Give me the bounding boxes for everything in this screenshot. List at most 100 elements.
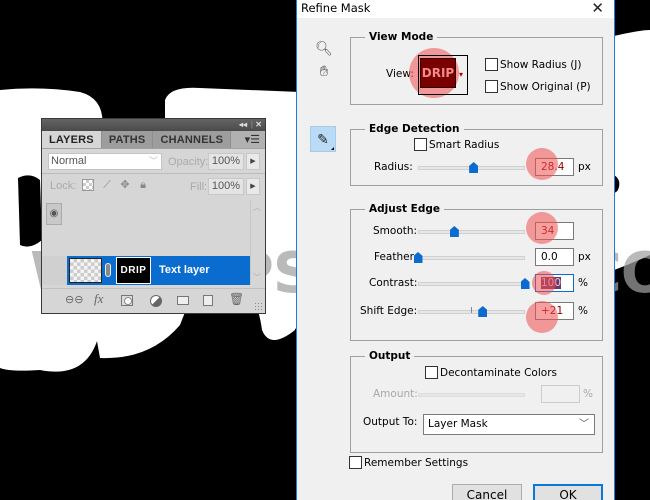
output-legend: Output [369,350,411,362]
remember-settings-label[interactable]: Remember Settings [364,457,468,469]
edge-detection-group: Edge Detection [350,123,603,186]
smooth-slider-track[interactable] [418,230,525,234]
amount-input [541,385,580,403]
show-original-label[interactable]: Show Original (P) [500,81,591,93]
shift-edge-input[interactable]: +21 [535,302,574,320]
view-mode-thumbnail[interactable]: DRIP [420,58,456,88]
remember-settings-checkbox[interactable] [349,456,362,469]
resize-grip[interactable] [254,302,262,310]
amount-label: Amount: [373,388,418,400]
refine-radius-brush-icon[interactable]: ✎ [310,126,336,152]
tab-layers[interactable]: LAYERS [42,131,102,148]
dialog-title: Refine Mask [301,1,371,15]
radius-value: 28.4 [541,161,565,173]
tab-paths[interactable]: PATHS [101,131,154,148]
view-dropdown-arrow-icon[interactable]: ▾ [459,70,463,79]
titlebar-separator: | [250,120,253,129]
shift-edge-label: Shift Edge: [360,305,418,317]
mask-link-icon[interactable] [105,263,111,277]
opacity-label: Opacity: [168,156,209,168]
smart-radius-label[interactable]: Smart Radius [429,139,499,151]
fill-input[interactable]: 100% [208,178,244,195]
smart-radius-checkbox[interactable] [414,138,427,151]
chevron-down-icon[interactable]: ﹀ [149,154,158,167]
layers-panel: ◂◂ | ✕ LAYERS PATHS CHANNELS ▾☰ Normal ﹀… [41,118,266,314]
view-label: View: [386,68,414,80]
close-icon[interactable]: ✕ [591,0,604,17]
contrast-unit: % [578,277,588,289]
show-radius-checkbox[interactable] [485,58,498,71]
feather-label: Feather: [374,251,418,263]
link-layers-icon[interactable]: ⊖⊖ [65,294,83,307]
view-mode-legend: View Mode [369,31,434,43]
panel-footer: ⊖⊖ fx 🗑︎ [42,288,265,313]
move-icon[interactable]: ✥ [119,179,131,191]
radius-unit: px [578,161,591,173]
panel-tabs: LAYERS PATHS CHANNELS ▾☰ [42,131,265,149]
close-icon[interactable]: ✕ [255,119,262,131]
layer-mask-thumbnail[interactable]: DRIP [116,257,151,284]
adjust-edge-legend: Adjust Edge [369,203,440,215]
layer-thumbnail[interactable] [69,258,102,283]
lock-label: Lock: [50,180,77,192]
radius-input[interactable]: 28.4 [535,158,574,176]
show-radius-label[interactable]: Show Radius (J) [500,59,582,71]
decontaminate-checkbox[interactable] [425,366,438,379]
radius-label: Radius: [374,161,413,173]
ok-button[interactable]: OK [533,484,603,500]
opacity-slider-arrow-icon[interactable]: ▶ [246,153,260,170]
tab-channels[interactable]: CHANNELS [153,131,232,148]
opacity-input[interactable]: 100% [208,153,244,170]
scroll-down-icon[interactable]: ﹀ [253,272,261,283]
chevron-down-icon[interactable]: ﹀ [579,415,589,434]
adjustment-layer-icon[interactable] [150,295,162,307]
fill-label: Fill: [190,181,208,193]
smooth-input[interactable]: 34 [535,222,574,240]
panel-titlebar[interactable]: ◂◂ | ✕ [42,119,265,131]
visibility-column [42,256,67,285]
blend-row: Normal ﹀ Opacity: 100% ▶ [42,149,265,174]
refine-mask-dialog: Refine Mask ✕ 🔍︎ ✋︎ ✎ View Mode Edge Det… [296,0,615,500]
output-to-value: Layer Mask [428,418,488,430]
collapse-icon[interactable]: ◂◂ [239,119,247,131]
contrast-value: 100 [541,277,562,289]
show-original-checkbox[interactable] [485,80,498,93]
scroll-up-icon[interactable]: ︿ [253,202,261,213]
fill-slider-arrow-icon[interactable]: ▶ [246,178,260,195]
panel-menu-icon[interactable]: ▾☰ [245,133,260,146]
feather-slider-track[interactable] [418,256,525,260]
new-layer-icon[interactable] [203,295,213,306]
cancel-button[interactable]: Cancel [452,484,522,500]
shift-edge-center-tick [471,307,472,313]
feather-input[interactable]: 0.0 [535,248,574,266]
zoom-tool-icon[interactable]: 🔍︎ [314,38,334,58]
shift-edge-unit: % [578,305,588,317]
amount-slider-track [418,393,525,397]
smooth-label: Smooth: [373,225,418,237]
lock-transparency-icon[interactable] [82,179,94,191]
add-mask-icon[interactable] [121,295,133,306]
layers-scrollbar[interactable]: ︿ ﹀ [250,200,262,285]
new-group-icon[interactable] [177,296,189,305]
dialog-titlebar[interactable]: Refine Mask ✕ [297,0,614,18]
hand-tool-icon[interactable]: ✋︎ [314,62,334,82]
contrast-slider-track[interactable] [418,282,525,286]
layers-list: ◉ DRIP Text layer ︿ ﹀ [42,200,265,287]
contrast-label: Contrast: [369,277,418,289]
eye-icon[interactable]: ◉ [46,203,62,225]
output-to-select[interactable]: Layer Mask ﹀ [423,414,595,435]
contrast-input[interactable]: 100 [535,274,574,292]
fx-icon[interactable]: fx [94,292,103,305]
layer-name[interactable]: Text layer [159,264,210,276]
layer-row[interactable]: DRIP Text layer [67,256,250,285]
blend-mode-select[interactable]: Normal [48,153,162,170]
trash-icon[interactable]: 🗑︎ [229,293,244,306]
lock-icon[interactable]: 🔒︎ [137,179,149,191]
brush-icon[interactable]: ⟋ [101,179,113,191]
decontaminate-label[interactable]: Decontaminate Colors [440,367,557,379]
lock-row: Lock: ⟋ ✥ 🔒︎ Fill: 100% ▶ [42,174,265,199]
feather-unit: px [578,251,591,263]
smooth-value: 34 [541,225,555,237]
edge-detection-legend: Edge Detection [369,123,460,135]
amount-unit: % [583,388,593,400]
